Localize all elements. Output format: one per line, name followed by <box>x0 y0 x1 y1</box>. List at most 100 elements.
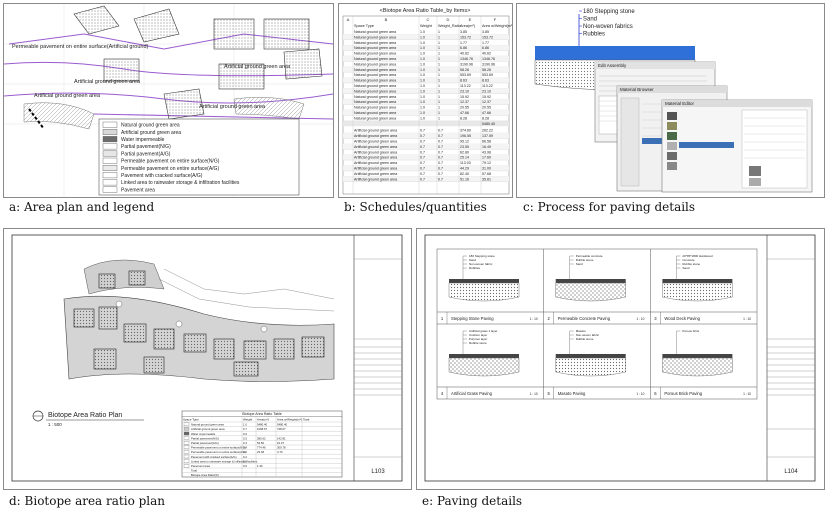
ratio-table-cell: 0.7 <box>243 427 247 431</box>
ratio-table-cell: 5480.40 <box>277 423 288 427</box>
schedule-cell: 12.37 <box>482 100 491 104</box>
schedule-cell: 1346.76 <box>460 57 473 61</box>
ratio-table-header: Area(m²) <box>257 418 269 422</box>
schedule-cell: 31.00 <box>482 167 491 171</box>
schedule-cell: 1346.76 <box>482 57 495 61</box>
ratio-table-cell: 774.46 <box>257 446 266 450</box>
caption-c: c: Process for paving details <box>523 200 696 214</box>
schedule-cell: 0.7 <box>420 129 425 133</box>
schedule-cell: 3190.96 <box>482 62 495 66</box>
detail-layer-label: Sand <box>576 262 583 266</box>
schedule-cell: 1.0 <box>420 111 425 115</box>
material-editor-dialog[interactable]: Material Editor <box>661 99 813 193</box>
ratio-table-cell: Natural ground green area <box>191 423 224 427</box>
schedule-cell: 47.66 <box>460 111 469 115</box>
schedule-cell: Natural ground green area <box>354 111 396 115</box>
panel-a-area-plan: Permeable pavement on entire surface(Art… <box>3 3 334 198</box>
legend-item-label: Partial pavement(A/G) <box>121 151 171 157</box>
layer-label: Rubbles <box>583 32 605 38</box>
schedule-cell: Artificial ground green area <box>354 172 397 176</box>
schedule-cell: Artificial ground green area <box>354 145 397 149</box>
schedule-cell: 0.7 <box>420 145 425 149</box>
schedule-cell: 1 <box>438 30 440 34</box>
schedule-cell: 17.60 <box>482 156 491 160</box>
schedule-cell: Natural ground green area <box>354 95 396 99</box>
schedule-cell: 25.14 <box>460 156 469 160</box>
schedule-subtotal: 5480.40 <box>482 122 495 126</box>
legend-item-label: Partial pavement(N/G) <box>121 144 171 150</box>
legend-swatch <box>102 157 118 164</box>
schedule-cell: Artificial ground green area <box>354 177 397 181</box>
ratio-table-cell: Permeable pavement on entire surface(A/G… <box>191 450 246 454</box>
ratio-table-cell: 5480.40 <box>257 423 268 427</box>
schedule-cell: 0.7 <box>438 177 443 181</box>
schedule-cell: 47.66 <box>482 111 491 115</box>
ratio-table-cell: 142.81 <box>277 436 286 440</box>
panel-d-biotope-plan: L103 Biotope Area Ratio Plan 1: 500 Bio… <box>3 228 412 490</box>
schedule-cell: 1 <box>438 68 440 72</box>
legend-item-label: Pavement area <box>121 187 155 193</box>
column-header: Area w/Weight(m²) <box>482 24 512 28</box>
ratio-table-cell: Partial pavement(N/G) <box>191 436 219 440</box>
schedule-cell: 0.7 <box>420 161 425 165</box>
schedule-cell: 0.7 <box>438 167 443 171</box>
schedule-cell: Artificial ground green area <box>354 134 397 138</box>
ratio-table-cell: 16.07 <box>277 441 284 445</box>
schedule-cell: 1 <box>438 41 440 45</box>
schedule-cell: 40.62 <box>482 52 491 56</box>
ratio-table-cell: Water impermeable <box>191 432 216 436</box>
schedule-cell: 0.7 <box>438 140 443 144</box>
schedule-cell: 8.63 <box>482 79 489 83</box>
detail-layer-label: Sand <box>682 266 689 270</box>
ratio-table-cell: 0.4 <box>243 446 247 450</box>
legend-swatch <box>102 121 118 128</box>
schedule-cell: Natural ground green area <box>354 46 396 50</box>
area-plan-drawing: Permeable pavement on entire surface(Art… <box>4 4 333 197</box>
ratio-table-cell: Partial pavement(A/G) <box>191 441 219 445</box>
schedule-cell: Natural ground green area <box>354 35 396 39</box>
schedule-cell: Natural ground green area <box>354 41 396 45</box>
schedule-cell: Natural ground green area <box>354 62 396 66</box>
schedule-cell: 1.0 <box>420 95 425 99</box>
schedule-cell: 0.7 <box>438 161 443 165</box>
detail-scale: 1 : 10 <box>636 392 644 396</box>
ratio-table-header: Total <box>303 418 310 422</box>
schedule-cell: 62.80 <box>460 150 469 154</box>
sheet-number-l103: L103 <box>371 469 385 475</box>
detail-layer-label: Rubbles <box>469 266 481 270</box>
ratio-table-cell: 4.70 <box>277 450 283 454</box>
schedule-cell: 8.63 <box>460 79 467 83</box>
schedule-cell: 0.7 <box>438 150 443 154</box>
schedule-cell: Natural ground green area <box>354 84 396 88</box>
ratio-table-cell: 53.56 <box>257 441 264 445</box>
schedule-cell: 1 <box>438 89 440 93</box>
ratio-table-cell: 0.0 <box>243 464 247 468</box>
column-letter: C <box>427 17 430 22</box>
plan-label-green-2: Artificial ground green area <box>34 93 101 99</box>
legend-item-label: Natural ground green area <box>121 123 180 129</box>
schedule-cell: 6.86 <box>482 46 489 50</box>
schedule-cell: 0.7 <box>420 177 425 181</box>
biotope-ratio-table: Biotope Area Ratio Table Space Type Weight… <box>181 410 343 478</box>
plan-label-green-4: Artificial ground green area <box>199 104 266 110</box>
schedule-cell: Natural ground green area <box>354 100 396 104</box>
schedule-cell: 16.49 <box>482 145 491 149</box>
schedule-cell: 1.0 <box>420 52 425 56</box>
legend-item-label: Artificial ground green area <box>121 130 181 136</box>
schedule-cell: Natural ground green area <box>354 79 396 83</box>
ratio-table-cell: Permeable pavement on entire surface(N/G… <box>191 446 246 450</box>
detail-layer-label: Rubble stone <box>469 341 487 345</box>
schedule-cell: 0.7 <box>438 145 443 149</box>
ratio-table-header: Weight <box>243 418 252 422</box>
schedule-cell: 1 <box>438 106 440 110</box>
schedule-cell: 23.10 <box>460 89 469 93</box>
schedule-cell: 51.16 <box>460 177 469 181</box>
ratio-table-cell: 0.0 <box>243 432 247 436</box>
ratio-table-cell: Total <box>191 469 197 473</box>
detail-scale: 1 : 10 <box>743 317 751 321</box>
schedule-cell: 82.40 <box>460 172 469 176</box>
schedule-cell: 3.85 <box>482 30 489 34</box>
schedule-cell: 113.22 <box>460 84 471 88</box>
detail-scale: 1 : 10 <box>530 317 538 321</box>
column-header: Weight <box>420 24 433 28</box>
